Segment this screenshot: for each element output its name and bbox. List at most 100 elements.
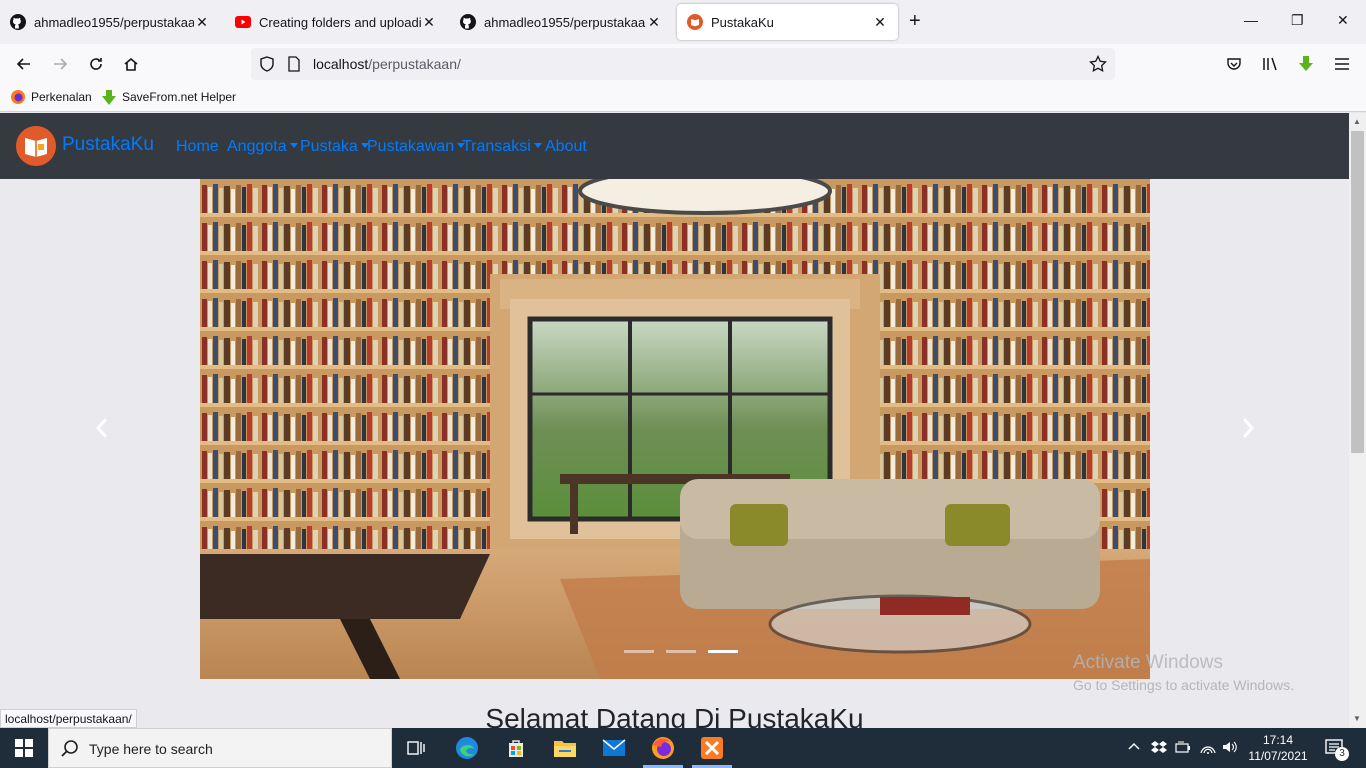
pustakaku-favicon [687,14,703,30]
screen: ahmadleo1955/perpustakaan ✕ Creating fol… [0,0,1366,768]
carousel-indicator-2[interactable] [666,650,696,653]
chevron-right-icon [1242,418,1255,438]
site-navbar: PustakaKu Home Anggota Pustaka Pustakawa… [0,113,1349,179]
close-window-button[interactable]: ✕ [1337,12,1349,29]
url-host: localhost [313,56,369,72]
battery-icon[interactable] [1175,740,1191,757]
tab-title: ahmadleo1955/perpustakaan [34,14,194,30]
windows-logo-icon [15,739,33,757]
tab-github-2[interactable]: ahmadleo1955/perpustakaan ✕ [450,4,672,40]
xampp-icon[interactable] [698,734,726,762]
taskbar-search[interactable]: Type here to search [48,728,392,768]
restore-button[interactable]: ❐ [1291,12,1304,29]
bookmarks-toolbar: Perkenalan SaveFrom.net Helper [0,84,1366,112]
status-url: localhost/perpustakaan/ [0,709,137,728]
page-icon [287,56,301,77]
tab-bar: ahmadleo1955/perpustakaan ✕ Creating fol… [0,0,1366,44]
carousel-indicator-3[interactable] [708,650,738,653]
windows-taskbar: Type here to search 17:14 11/07/2021 3 [0,728,1366,768]
search-icon [61,740,79,763]
nav-pustakawan-label: Pustakawan [367,138,455,155]
github-icon [10,14,26,30]
notification-center-button[interactable]: 3 [1324,738,1349,765]
taskbar-clock[interactable]: 17:14 11/07/2021 [1246,732,1310,764]
dropbox-icon[interactable] [1151,740,1167,757]
tab-title: Creating folders and uploading [259,14,421,30]
web-page: PustakaKu Home Anggota Pustaka Pustakawa… [0,113,1349,728]
welcome-heading: Selamat Datang Di PustakaKu [485,703,864,728]
youtube-icon [235,14,251,30]
tab-pustakaku[interactable]: PustakaKu ✕ [677,4,898,40]
nav-anggota[interactable]: Anggota [227,138,298,156]
nav-transaksi[interactable]: Transaksi [462,138,542,156]
star-icon[interactable] [1089,54,1107,78]
nav-anggota-label: Anggota [227,138,287,155]
firefox-icon [11,90,25,104]
activation-watermark-title: Activate Windows [1073,652,1223,673]
carousel-indicators [624,650,738,653]
carousel-next-button[interactable] [1238,415,1258,441]
url-text[interactable]: localhost/perpustakaan/ [313,56,461,72]
nav-pustaka-label: Pustaka [300,138,358,155]
scroll-up-icon[interactable]: ▲ [1353,117,1361,126]
scroll-down-icon[interactable]: ▼ [1353,714,1361,723]
caret-down-icon [289,143,298,148]
new-tab-button[interactable]: + [909,10,921,33]
back-button[interactable] [12,52,36,76]
file-explorer-icon[interactable] [551,734,579,762]
close-icon[interactable]: ✕ [421,14,437,31]
tab-title: PustakaKu [711,14,774,30]
notification-count-badge: 3 [1335,747,1349,761]
tab-youtube[interactable]: Creating folders and uploading ✕ [225,4,447,40]
brand-name[interactable]: PustakaKu [62,134,154,156]
nav-about[interactable]: About [545,138,587,156]
home-button[interactable] [119,52,143,76]
start-button[interactable] [0,728,48,768]
menu-icon[interactable] [1330,52,1354,76]
close-icon[interactable]: ✕ [646,14,662,31]
library-room-photo [200,179,1150,679]
chevron-left-icon [95,418,108,438]
brand-logo[interactable] [16,126,56,166]
pocket-icon[interactable] [1222,52,1246,76]
mail-icon[interactable] [600,734,628,762]
store-icon[interactable] [502,734,530,762]
nav-transaksi-label: Transaksi [462,138,531,155]
download-arrow-icon[interactable] [1294,52,1318,76]
edge-icon[interactable] [453,734,481,762]
search-placeholder: Type here to search [89,741,213,757]
carousel-prev-button[interactable] [92,415,112,441]
firefox-icon[interactable] [649,734,677,762]
forward-button[interactable] [48,52,72,76]
library-icon[interactable] [1258,52,1282,76]
bookmark-label: Perkenalan [31,90,92,104]
carousel-image [200,179,1150,679]
tab-title: ahmadleo1955/perpustakaan [484,14,646,30]
close-icon[interactable]: ✕ [872,14,888,31]
nav-pustaka[interactable]: Pustaka [300,138,369,156]
bookmark-savefrom[interactable]: SaveFrom.net Helper [102,90,237,105]
reload-button[interactable] [84,52,108,76]
browser-toolbar: localhost/perpustakaan/ [0,44,1366,84]
wifi-icon[interactable] [1200,740,1216,757]
minimize-button[interactable]: — [1244,12,1258,28]
bookmark-label: SaveFrom.net Helper [122,90,237,104]
github-icon [460,14,476,30]
address-bar[interactable]: localhost/perpustakaan/ [251,48,1115,80]
carousel-indicator-1[interactable] [624,650,654,653]
volume-icon[interactable] [1222,740,1238,757]
nav-pustakawan[interactable]: Pustakawan [367,138,466,156]
close-icon[interactable]: ✕ [194,14,210,31]
tab-github-1[interactable]: ahmadleo1955/perpustakaan ✕ [0,4,220,40]
url-path: /perpustakaan/ [368,56,461,72]
clock-date: 11/07/2021 [1248,749,1308,763]
scrollbar-thumb[interactable] [1351,131,1364,453]
clock-time: 17:14 [1262,733,1294,747]
bookmark-perkenalan[interactable]: Perkenalan [11,90,92,104]
show-hidden-icons[interactable] [1128,740,1140,754]
nav-home[interactable]: Home [176,138,219,156]
page-scrollbar[interactable]: ▲ ▼ [1349,113,1366,728]
shield-icon[interactable] [259,56,275,77]
download-arrow-icon [102,90,116,105]
task-view-icon[interactable] [402,734,430,762]
